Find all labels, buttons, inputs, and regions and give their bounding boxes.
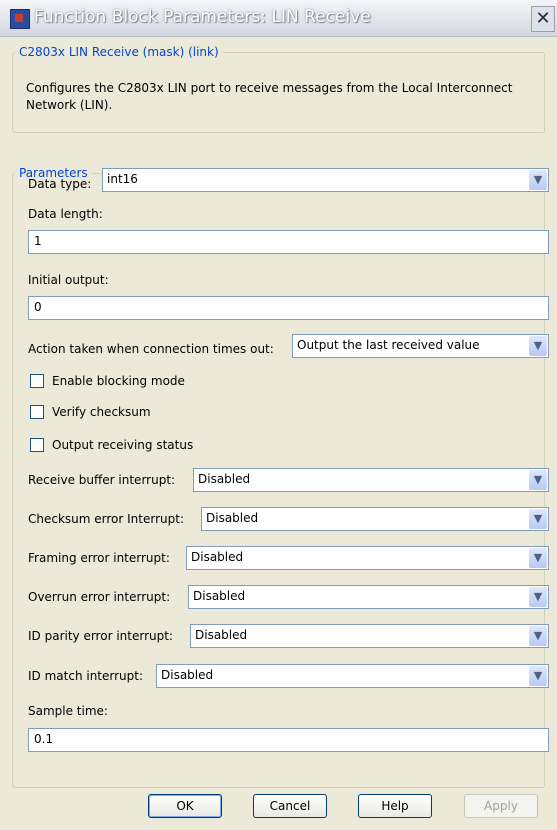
rx-buffer-dropdown[interactable]: Disabled ▼ (193, 468, 549, 492)
help-button[interactable]: Help (358, 794, 432, 818)
verify-checksum-label: Verify checksum (52, 405, 151, 419)
data-length-label: Data length: (28, 207, 103, 221)
output-status-label: Output receiving status (52, 438, 194, 452)
rx-buffer-label: Receive buffer interrupt: (28, 473, 176, 487)
framing-error-value: Disabled (191, 550, 244, 564)
overrun-error-dropdown[interactable]: Disabled ▼ (188, 585, 549, 609)
apply-button[interactable]: Apply (464, 794, 538, 818)
checksum-error-value: Disabled (206, 511, 259, 525)
rx-buffer-value: Disabled (198, 472, 251, 486)
checksum-error-dropdown[interactable]: Disabled ▼ (201, 507, 549, 531)
timeout-action-dropdown[interactable]: Output the last received value ▼ (292, 334, 549, 358)
title-bar[interactable]: Function Block Parameters: LIN Receive ✕ (0, 0, 557, 37)
framing-error-label: Framing error interrupt: (28, 551, 170, 565)
window-title: Function Block Parameters: LIN Receive (34, 7, 371, 27)
chevron-down-icon: ▼ (529, 470, 547, 490)
sample-time-label: Sample time: (28, 704, 108, 718)
chevron-down-icon: ▼ (529, 626, 547, 646)
simulink-block-icon (10, 9, 30, 29)
id-parity-label: ID parity error interrupt: (28, 629, 173, 643)
id-parity-dropdown[interactable]: Disabled ▼ (190, 624, 549, 648)
chevron-down-icon: ▼ (529, 548, 547, 568)
chevron-down-icon: ▼ (529, 666, 547, 686)
dialog-body: C2803x LIN Receive (mask) (link) Configu… (0, 37, 557, 830)
overrun-error-label: Overrun error interrupt: (28, 590, 171, 604)
mask-description: Configures the C2803x LIN port to receiv… (26, 81, 513, 112)
initial-output-label: Initial output: (28, 273, 109, 287)
overrun-error-value: Disabled (193, 589, 246, 603)
initial-output-input[interactable]: 0 (28, 296, 549, 320)
data-type-label: Data type: (28, 177, 92, 191)
framing-error-dropdown[interactable]: Disabled ▼ (186, 546, 549, 570)
timeout-action-value: Output the last received value (297, 338, 480, 352)
id-match-value: Disabled (161, 668, 214, 682)
timeout-action-label: Action taken when connection times out: (28, 342, 274, 356)
checksum-error-label: Checksum error Interrupt: (28, 512, 184, 526)
id-match-dropdown[interactable]: Disabled ▼ (156, 664, 549, 688)
blocking-mode-label: Enable blocking mode (52, 374, 185, 388)
chevron-down-icon: ▼ (529, 170, 547, 190)
data-type-value: int16 (107, 172, 138, 186)
chevron-down-icon: ▼ (529, 587, 547, 607)
verify-checksum-checkbox[interactable] (30, 405, 44, 419)
data-type-dropdown[interactable]: int16 ▼ (102, 168, 549, 192)
dialog-window: Function Block Parameters: LIN Receive ✕… (0, 0, 557, 830)
output-status-checkbox[interactable] (30, 438, 44, 452)
chevron-down-icon: ▼ (529, 509, 547, 529)
cancel-button[interactable]: Cancel (253, 794, 327, 818)
data-length-input[interactable]: 1 (28, 230, 549, 254)
sample-time-input[interactable]: 0.1 (28, 728, 549, 752)
id-match-label: ID match interrupt: (28, 669, 144, 683)
close-icon[interactable]: ✕ (531, 6, 555, 32)
blocking-mode-checkbox[interactable] (30, 374, 44, 388)
mask-legend: C2803x LIN Receive (mask) (link) (19, 45, 219, 59)
ok-button[interactable]: OK (148, 794, 222, 818)
chevron-down-icon: ▼ (529, 336, 547, 356)
id-parity-value: Disabled (195, 628, 248, 642)
